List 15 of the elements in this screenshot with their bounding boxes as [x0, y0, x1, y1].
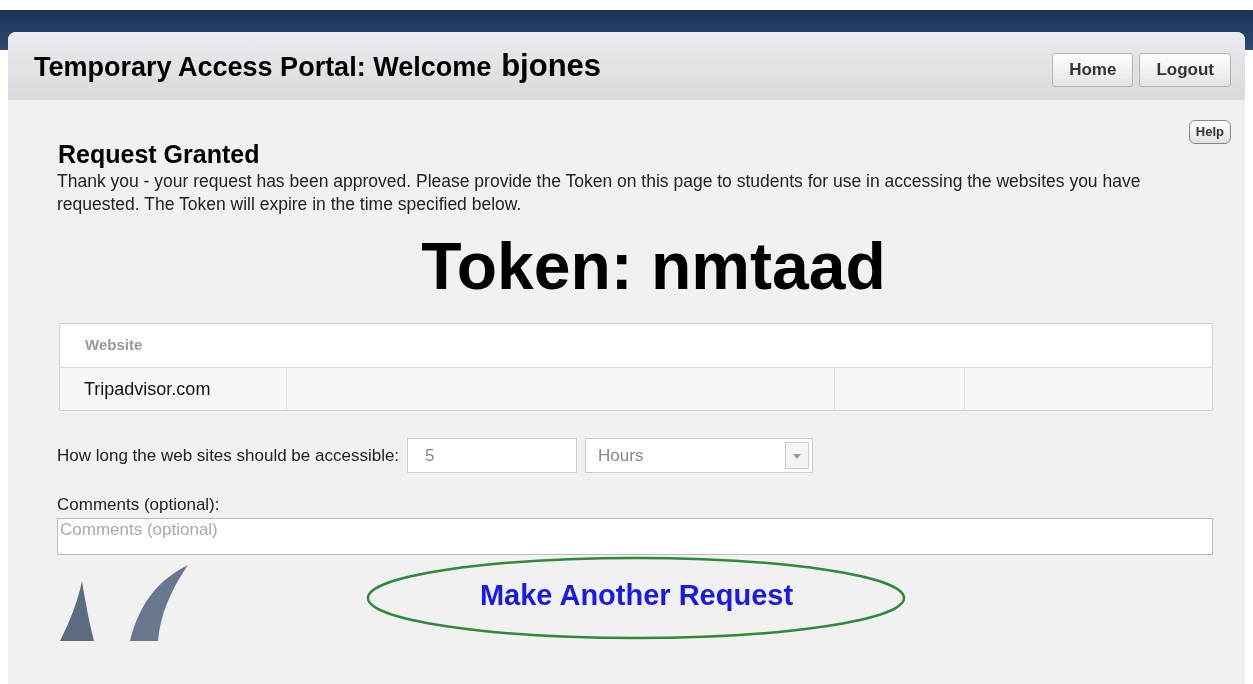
user-name: bjones: [501, 46, 602, 85]
unit-dropdown[interactable]: Hours: [585, 438, 814, 473]
duration-label: How long the web sites should be accessible:: [57, 444, 400, 467]
comments-field[interactable]: Comments (optional): [57, 517, 1213, 555]
section-heading: Request Granted: [58, 139, 261, 169]
token-text: Token: nmtaad: [421, 231, 886, 301]
page-title: Temporary Access Portal: Welcome: [34, 50, 492, 84]
table-cell: Tripadvisor.com: [60, 368, 287, 410]
nav-button[interactable]: Logout: [1139, 53, 1231, 87]
column-header: Website: [84, 335, 143, 356]
comments-label: Comments (optional):: [57, 494, 221, 516]
help-button[interactable]: Help: [1188, 120, 1231, 144]
duration-field[interactable]: 5: [407, 438, 578, 473]
nav-button[interactable]: Home: [1052, 53, 1134, 87]
approval-message: Thank you - your request has been approved. Please provide the Token on this page to students for use in accessing the websites you have requested. The Token will expire in the time specified below.: [57, 170, 1142, 216]
